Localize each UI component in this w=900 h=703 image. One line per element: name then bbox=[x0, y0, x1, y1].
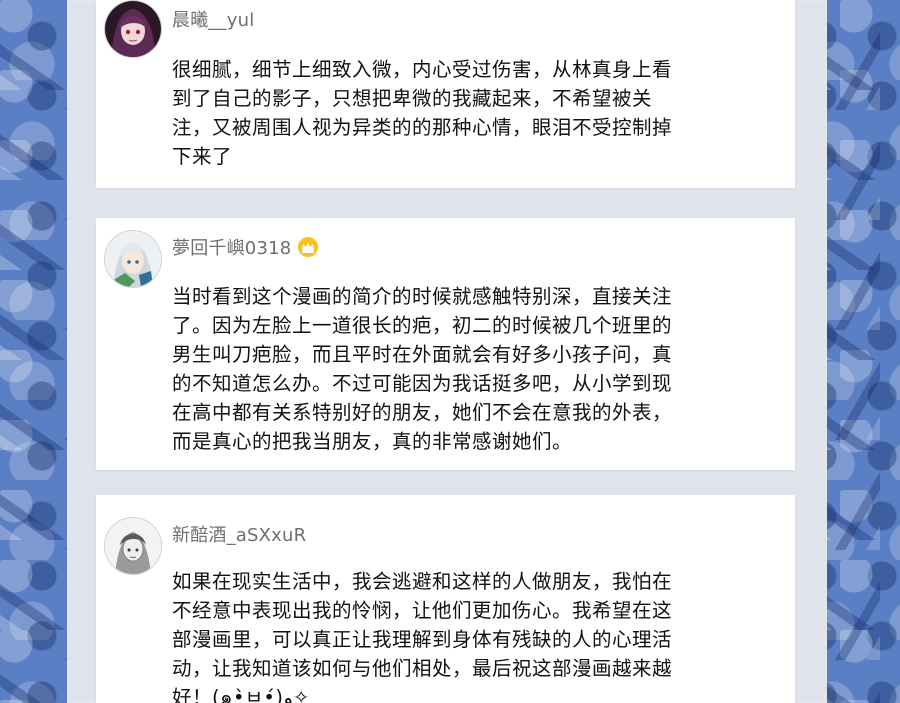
user-avatar-white-hair-icon bbox=[105, 231, 161, 287]
comment-text: 如果在现实生活中，我会逃避和这样的人做朋友，我怕在 不经意中表现出我的怜悯，让他… bbox=[172, 570, 673, 703]
comment-text: 当时看到这个漫画的简介的时候就感触特别深，直接关注 了。因为左脸上一道很长的疤，… bbox=[172, 285, 673, 453]
comment-card: 晨曦__yul 很细腻，细节上细致入微，内心受过伤害，从林真身上看 到了自己的影… bbox=[96, 0, 795, 188]
avatar[interactable] bbox=[104, 0, 162, 58]
user-avatar-sketch-icon bbox=[105, 518, 161, 574]
username[interactable]: 新醅酒_aSXxuR bbox=[172, 521, 306, 547]
comment-text: 很细腻，细节上细致入微，内心受过伤害，从林真身上看 到了自己的影子，只想把卑微的… bbox=[172, 58, 673, 168]
avatar[interactable] bbox=[104, 230, 162, 288]
comment-card: 夢回千嶼0318 当时看到这个漫画的简介的时候就感触特别深，直接关注 了。因为左… bbox=[96, 218, 795, 470]
user-avatar-purple-hair-icon bbox=[105, 1, 161, 57]
avatar[interactable] bbox=[104, 517, 162, 575]
comment-card: 新醅酒_aSXxuR 如果在现实生活中，我会逃避和这样的人做朋友，我怕在 不经意… bbox=[96, 495, 795, 703]
username-row: 晨曦__yul bbox=[172, 6, 254, 32]
username-row: 新醅酒_aSXxuR bbox=[172, 521, 306, 547]
crown-icon bbox=[297, 236, 319, 258]
username[interactable]: 晨曦__yul bbox=[172, 6, 254, 32]
username[interactable]: 夢回千嶼0318 bbox=[172, 234, 291, 260]
username-row: 夢回千嶼0318 bbox=[172, 234, 319, 260]
